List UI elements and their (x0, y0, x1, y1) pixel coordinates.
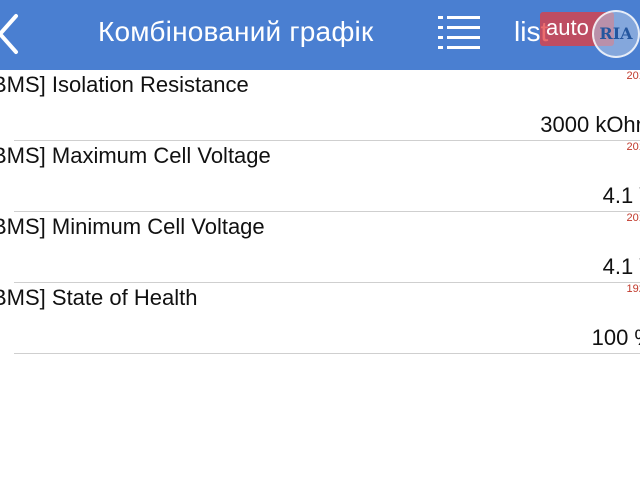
parameter-name: BMS] State of Health (0, 285, 198, 310)
divider (14, 353, 640, 354)
parameter-row-state-of-health[interactable]: BMS] State of Health 192m 100 % (0, 283, 640, 354)
parameter-name: BMS] Minimum Cell Voltage (0, 214, 265, 239)
watermark-seal: RIA (592, 10, 640, 58)
parameter-timestamp: 201m (626, 141, 640, 153)
back-button[interactable] (0, 10, 22, 58)
parameter-value: 4.1 V (602, 183, 640, 208)
parameter-value: 4.1 V (602, 254, 640, 279)
parameter-row-max-cell-voltage[interactable]: BMS] Maximum Cell Voltage 201m 4.1 V (0, 141, 640, 212)
parameter-value: 100 % (591, 325, 640, 350)
parameter-name: BMS] Isolation Resistance (0, 72, 249, 97)
parameter-name: BMS] Maximum Cell Voltage (0, 143, 271, 168)
parameter-timestamp: 201m (626, 212, 640, 224)
parameter-row-min-cell-voltage[interactable]: BMS] Minimum Cell Voltage 201m 4.1 V (0, 212, 640, 283)
top-bar: Комбінований графік list auto RIA (0, 0, 640, 70)
chevron-left-icon (0, 14, 18, 54)
parameter-row-isolation-resistance[interactable]: BMS] Isolation Resistance 201m 3000 kOhm (0, 70, 640, 141)
parameter-timestamp: 192m (626, 283, 640, 295)
parameter-timestamp: 201m (626, 70, 640, 82)
parameter-value: 3000 kOhm (540, 112, 640, 137)
watermark-logo: auto RIA (540, 8, 640, 58)
page-title: Комбінований графік (98, 16, 374, 47)
list-icon[interactable] (438, 13, 482, 51)
parameter-list: BMS] Isolation Resistance 201m 3000 kOhm… (0, 70, 640, 354)
